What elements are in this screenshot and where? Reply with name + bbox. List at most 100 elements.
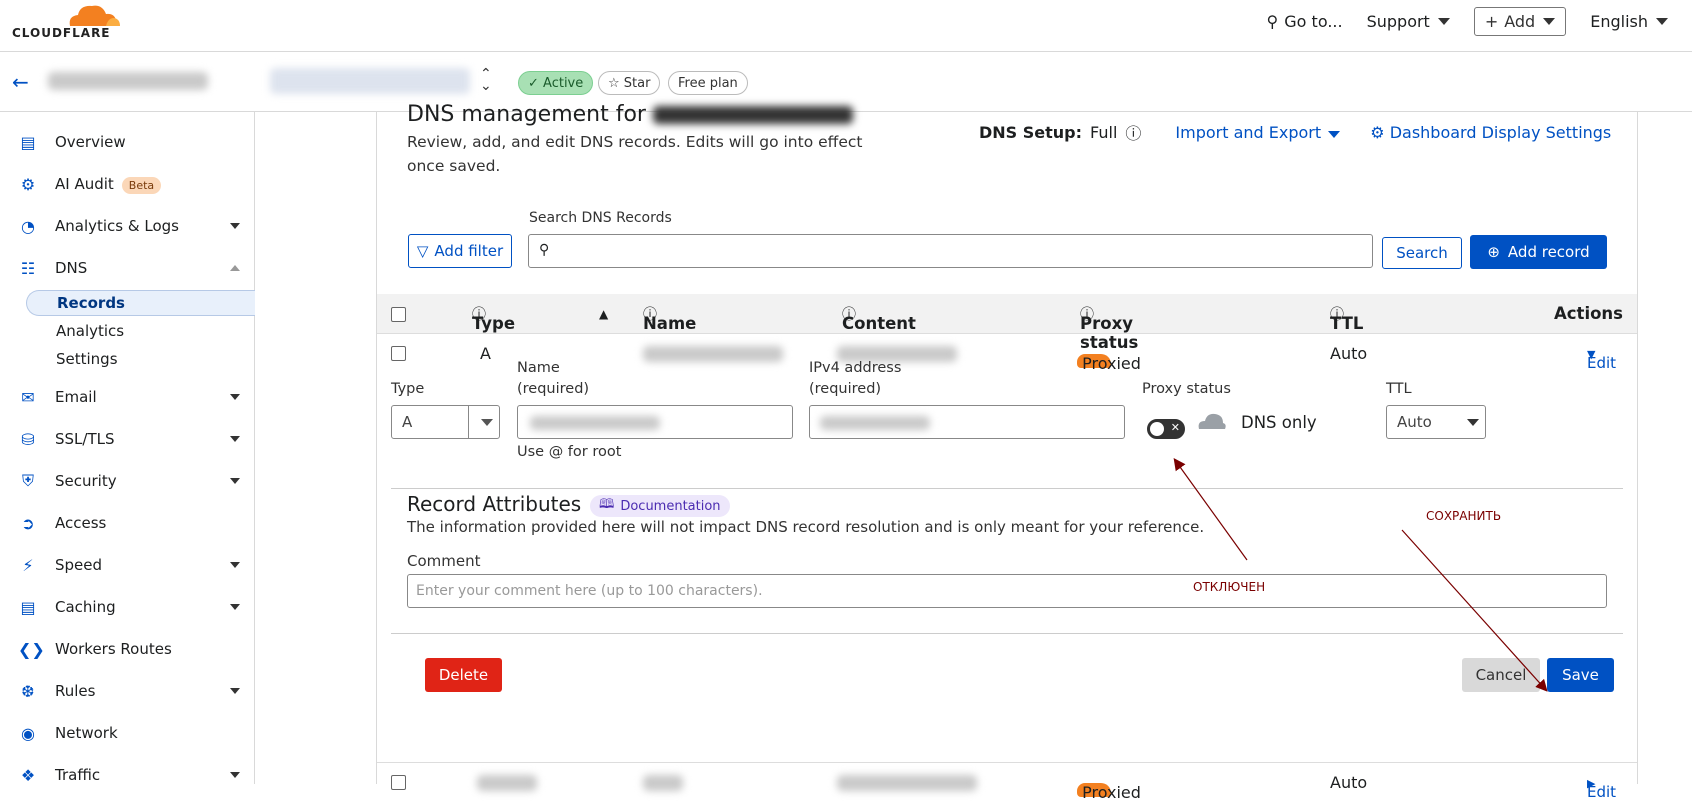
sidebar-item-caching[interactable]: ▤ Caching — [0, 588, 255, 626]
cloudflare-logo[interactable]: CLOUDFLARE — [12, 2, 122, 42]
support-menu[interactable]: Support — [1367, 12, 1450, 31]
sidebar-item-dns-analytics[interactable]: Analytics — [26, 318, 255, 344]
display-settings-link[interactable]: ⚙ Dashboard Display Settings — [1370, 123, 1611, 142]
add-filter-button[interactable]: ▽ Add filter — [408, 234, 512, 268]
sidebar-item-traffic[interactable]: ❖ Traffic — [0, 756, 255, 794]
plus-icon: + — [1484, 11, 1499, 31]
add-menu[interactable]: + Add — [1473, 6, 1567, 36]
add-record-button[interactable]: ⊕ Add record — [1470, 235, 1607, 269]
title-text: DNS management for — [407, 102, 646, 127]
info-icon[interactable]: ⓘ — [1125, 120, 1141, 144]
zone-name-redacted[interactable] — [270, 68, 470, 94]
filter-icon: ▽ — [416, 242, 429, 260]
sidebar-item-workers-routes[interactable]: ❮❯ Workers Routes — [0, 630, 255, 668]
row-type-redacted — [477, 775, 537, 791]
table-row[interactable]: Proxied Auto Edit ▶ — [377, 762, 1637, 802]
sort-asc-icon[interactable]: ▲ — [599, 307, 608, 321]
sidebar-item-label: Settings — [56, 350, 118, 368]
annotation-disabled: ОТКЛЮЧЕН — [1193, 580, 1266, 594]
ipv4-value-redacted — [820, 416, 930, 430]
cancel-button[interactable]: Cancel — [1462, 658, 1540, 692]
chevron-down-icon — [230, 436, 240, 442]
type-select[interactable]: A — [391, 405, 500, 439]
sidebar-item-security[interactable]: ⛨ Security — [0, 462, 255, 500]
sidebar-item-speed[interactable]: ⚡ Speed — [0, 546, 255, 584]
search-input[interactable]: ⚲ — [528, 234, 1373, 268]
back-arrow-icon[interactable]: ← — [12, 70, 29, 94]
ttl-label: TTL — [1386, 381, 1412, 397]
col-proxy[interactable]: Proxy status ⓘ — [1080, 304, 1138, 352]
sidebar-item-label: Access — [55, 514, 107, 532]
col-ttl[interactable]: TTL ⓘ — [1330, 304, 1363, 333]
row-checkbox[interactable] — [391, 775, 406, 790]
sidebar-item-email[interactable]: ✉ Email — [0, 378, 255, 416]
select-all-checkbox[interactable] — [391, 307, 406, 322]
ipv4-label: IPv4 address (required) — [809, 358, 901, 400]
sidebar-item-label: Network — [55, 724, 118, 742]
sidebar-item-label: Traffic — [55, 766, 101, 784]
name-label: Name (required) — [517, 358, 589, 400]
documentation-label: Documentation — [620, 498, 721, 514]
import-export-menu[interactable]: Import and Export — [1175, 122, 1341, 142]
chevron-down-icon — [481, 419, 493, 426]
sidebar-item-records[interactable]: Records — [26, 290, 255, 316]
search-label: Search DNS Records — [529, 210, 672, 226]
name-hint: Use @ for root — [517, 444, 622, 460]
col-content[interactable]: Content ⓘ — [842, 304, 916, 333]
cloud-logo-icon — [69, 5, 120, 26]
pie-chart-icon: ◔ — [21, 216, 35, 236]
col-type[interactable]: Type ⓘ — [472, 304, 515, 333]
type-value: A — [402, 413, 413, 431]
sidebar-item-dns-settings[interactable]: Settings — [26, 346, 255, 372]
star-button[interactable]: ☆ Star — [598, 71, 661, 95]
goto-button[interactable]: ⚲ Go to... — [1267, 12, 1343, 31]
language-menu[interactable]: English — [1590, 12, 1668, 31]
status-label: Active — [543, 75, 584, 91]
sidebar-item-overview[interactable]: ▤ Overview — [0, 123, 255, 161]
star-label: Star — [623, 75, 651, 91]
network-tree-icon: ☷ — [20, 258, 36, 278]
import-export-label: Import and Export — [1175, 122, 1322, 142]
sidebar-item-label: Records — [57, 294, 125, 312]
sidebar-item-label: Analytics & Logs — [55, 217, 179, 235]
sidebar-item-analytics-logs[interactable]: ◔ Analytics & Logs — [0, 207, 255, 245]
comment-label: Comment — [407, 552, 481, 570]
annotation-save: СОХРАНИТЬ — [1426, 509, 1502, 523]
edit-button[interactable]: Edit ▶ — [1587, 773, 1616, 801]
sidebar-item-ai-audit[interactable]: ⚙ AI Audit Beta — [0, 165, 255, 203]
ipv4-field[interactable] — [809, 405, 1125, 439]
sidebar-item-ssl-tls[interactable]: ⛁ SSL/TLS — [0, 420, 255, 458]
sidebar-item-rules[interactable]: ❆ Rules — [0, 672, 255, 710]
location-pin-icon: ◉ — [21, 723, 35, 743]
proxy-toggle[interactable] — [1147, 419, 1185, 439]
beta-badge: Beta — [121, 177, 162, 194]
chevron-down-icon — [1656, 17, 1668, 25]
col-name[interactable]: Name ⓘ — [643, 304, 696, 333]
sidebar-item-label: Workers Routes — [55, 640, 172, 658]
sidebar-item-network[interactable]: ◉ Network — [0, 714, 255, 752]
name-required: (required) — [517, 381, 590, 397]
top-bar: CLOUDFLARE ⚲ Go to... Support + Add Engl… — [0, 0, 1692, 52]
name-value-redacted — [530, 416, 660, 430]
ttl-select[interactable]: Auto — [1386, 405, 1486, 439]
chevron-down-icon — [230, 688, 240, 694]
sidebar-item-dns[interactable]: ☷ DNS — [0, 249, 255, 287]
chevron-down-icon — [230, 562, 240, 568]
documentation-link[interactable]: 🕮 Documentation — [590, 495, 730, 517]
ipv4-required: (required) — [809, 381, 882, 397]
proxy-value: DNS only — [1241, 413, 1317, 432]
name-field[interactable] — [517, 405, 793, 439]
save-button[interactable]: Save — [1547, 658, 1614, 692]
page-description: Review, add, and edit DNS records. Edits… — [407, 133, 863, 175]
comment-field[interactable]: Enter your comment here (up to 100 chara… — [407, 574, 1607, 608]
add-label: Add — [1504, 11, 1536, 31]
dns-setup-bar: DNS Setup: Full ⓘ Import and Export ⚙ Da… — [979, 120, 1611, 144]
sidebar-item-label: DNS — [55, 259, 88, 277]
sidebar-item-access[interactable]: ➲ Access — [0, 504, 255, 542]
zone-switcher-icon[interactable]: ⌃ ⌄ — [480, 67, 492, 93]
search-button[interactable]: Search — [1382, 237, 1462, 269]
delete-button[interactable]: Delete — [425, 658, 502, 692]
ai-audit-label: AI Audit — [55, 175, 114, 193]
row-name-redacted — [643, 775, 683, 791]
divider — [391, 488, 1623, 489]
